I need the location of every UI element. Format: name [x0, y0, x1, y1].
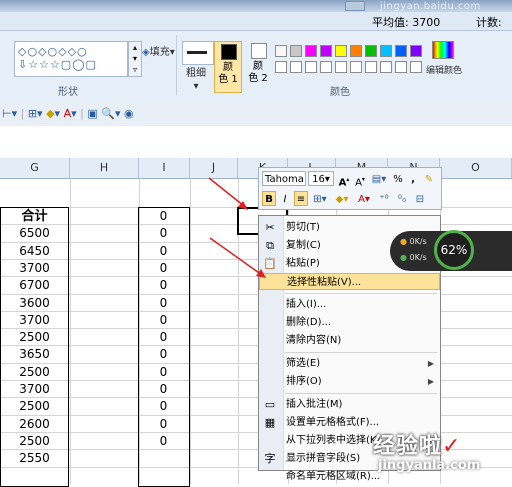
- arrow-to-menu-head: [256, 269, 266, 278]
- arrow-to-menu: [209, 237, 263, 276]
- watermark-logo: 经验啦✓: [373, 434, 462, 459]
- watermark-url: jingyanla.com: [378, 458, 481, 473]
- arrow-to-cell: [208, 177, 245, 207]
- annotation-arrows: [208, 177, 266, 278]
